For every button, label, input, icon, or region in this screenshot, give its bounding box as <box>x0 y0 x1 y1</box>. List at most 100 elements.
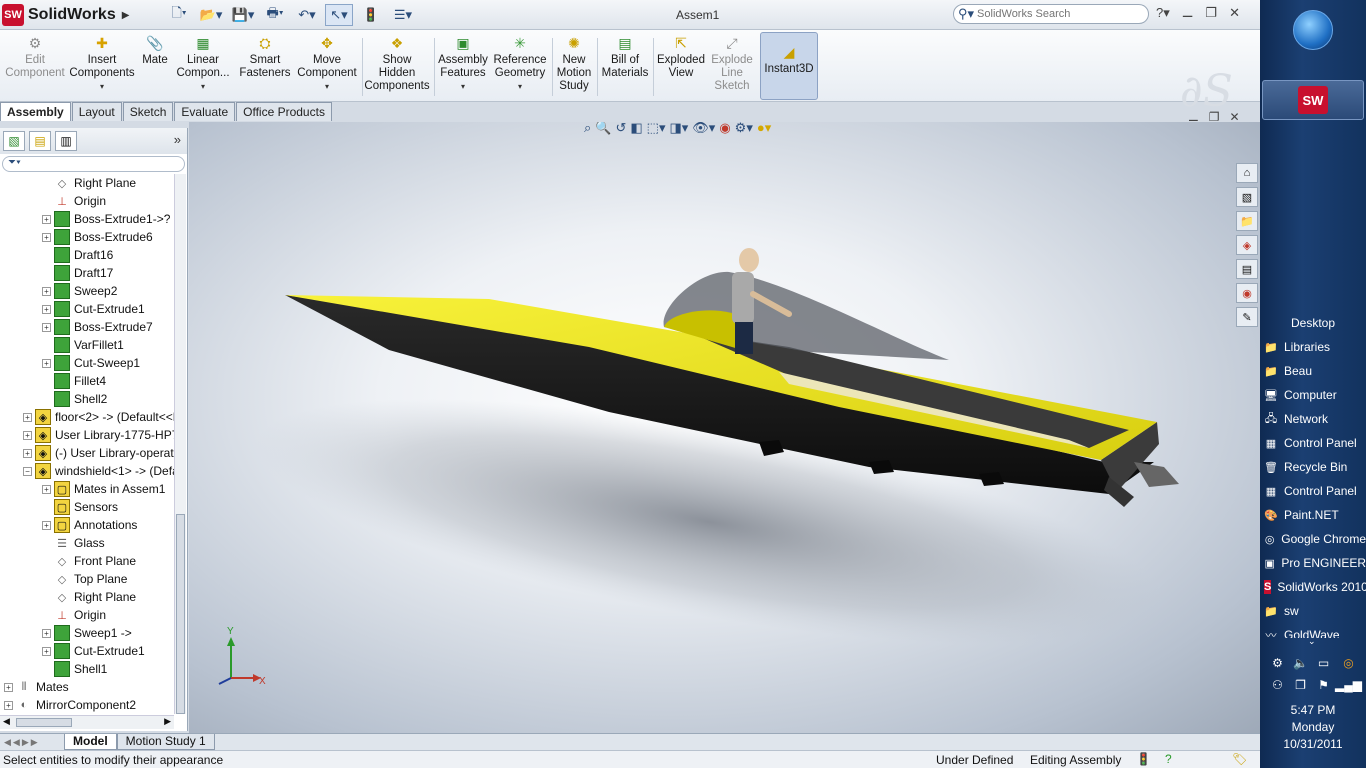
tree-item[interactable]: ◇ Top Plane <box>42 570 128 588</box>
appearances-icon[interactable]: ◉ <box>1236 283 1258 303</box>
desktop-link[interactable]: ▦ Control Panel <box>1264 432 1366 454</box>
rebuild-status-icon[interactable]: 🚦 <box>1136 752 1151 766</box>
tree-item[interactable]: ⊥ Origin <box>42 606 106 624</box>
tree-item[interactable]: +◈ User Library-1775-HP750 <box>23 426 174 444</box>
explode-line-sketch-button[interactable]: ⤢ Explode Line Sketch <box>708 34 756 100</box>
network-signal-icon[interactable]: ▂▄▆ <box>1335 678 1362 692</box>
tab-evaluate[interactable]: Evaluate <box>174 102 236 121</box>
expand-panel-icon[interactable]: » <box>174 132 181 147</box>
minimize-icon[interactable]: ⚊ <box>1188 110 1199 124</box>
restore-icon[interactable]: ❐ <box>1205 5 1217 21</box>
tab-sketch[interactable]: Sketch <box>122 102 174 121</box>
search-box[interactable]: ⚲▾ <box>953 4 1149 24</box>
tree-item[interactable]: Shell1 <box>42 660 107 678</box>
solidworks-menu-button[interactable]: SW SolidWorks ▶ <box>2 3 138 27</box>
tray-people-icon[interactable]: ⚇ <box>1266 678 1289 692</box>
expand-icon[interactable]: + <box>42 286 51 296</box>
scroll-thumb[interactable] <box>16 718 72 727</box>
dropdown-arrow-icon[interactable]: ▾ <box>436 80 490 93</box>
tree-item[interactable]: + ◈ (-) User Library-operator <box>23 444 174 462</box>
rebuild-icon[interactable]: 🚦 <box>357 4 385 26</box>
tree-item[interactable]: Draft16 <box>42 246 113 264</box>
desktop-link[interactable]: 📁 Beau <box>1264 360 1366 382</box>
graphics-area[interactable]: ⌕ 🔍 ↺ ◧ ⬚▾ ◨▾ 👁▾ ◉ ⚙▾ ●▾ Y X <box>189 122 1260 733</box>
desktop-link[interactable]: 📁 Libraries <box>1264 336 1366 358</box>
collapse-icon[interactable]: − <box>23 466 32 476</box>
select-icon[interactable]: ↖▾ <box>325 4 353 26</box>
more-links-icon[interactable]: ⌄ <box>1308 636 1316 647</box>
expand-icon[interactable]: + <box>23 448 32 458</box>
expand-icon[interactable]: + <box>23 430 32 440</box>
bill-of-materials-button[interactable]: ▤ Bill of Materials <box>600 34 650 100</box>
edit-component-button[interactable]: ⚙ Edit Component <box>4 34 66 100</box>
dropdown-arrow-icon[interactable]: ▾ <box>296 80 358 93</box>
expand-icon[interactable]: + <box>42 646 51 656</box>
desktop-link[interactable]: 📁 sw <box>1264 600 1366 622</box>
expand-icon[interactable]: + <box>42 484 51 494</box>
tray-app-icon[interactable]: ⚙ <box>1266 656 1289 670</box>
tab-model[interactable]: Model <box>64 734 117 750</box>
tree-item[interactable]: ☰ Glass <box>42 534 105 552</box>
new-document-icon[interactable]: 🗋▾ <box>165 4 193 26</box>
tree-item[interactable]: + ◈ floor<2> -> (Default<<D <box>23 408 174 426</box>
close-icon[interactable]: ✕ <box>1230 110 1240 124</box>
expand-icon[interactable]: + <box>42 322 51 332</box>
tree-item[interactable]: + ⫴ Mates <box>4 678 69 696</box>
expand-icon[interactable]: + <box>4 700 13 710</box>
tree-item[interactable]: VarFillet1 <box>42 336 124 354</box>
tree-vertical-scrollbar[interactable] <box>174 174 186 714</box>
tree-item[interactable]: ◇ Right Plane <box>42 588 136 606</box>
custom-properties-icon[interactable]: ✎ <box>1236 307 1258 327</box>
tree-item[interactable]: ⊥ Origin <box>42 192 106 210</box>
restore-icon[interactable]: ❐ <box>1209 110 1220 124</box>
tree-item[interactable]: − ◈ windshield<1> -> (Defau <box>23 462 174 480</box>
tree-item[interactable]: + Sweep2 <box>42 282 117 300</box>
volume-icon[interactable]: 🔈 <box>1289 656 1312 670</box>
search-input[interactable] <box>977 8 1138 20</box>
tab-scroll-icon[interactable]: ◀◀▶▶ <box>0 737 64 748</box>
help-icon[interactable]: ? <box>1165 752 1172 766</box>
filter-box[interactable]: ⏷▾ <box>2 156 185 172</box>
open-icon[interactable]: 📂▾ <box>197 4 225 26</box>
tree-horizontal-scrollbar[interactable]: ◀ ▶ <box>0 715 174 729</box>
print-icon[interactable]: 🖶▾ <box>261 4 289 26</box>
display-icon[interactable]: ▭ <box>1312 656 1335 670</box>
desktop-link[interactable]: ▣ Pro ENGINEER <box>1264 552 1366 574</box>
chrome-tray-icon[interactable]: ◎ <box>1335 656 1362 670</box>
tree-item[interactable]: Draft17 <box>42 264 113 282</box>
tab-layout[interactable]: Layout <box>71 102 122 121</box>
mate-button[interactable]: 📎 Mate <box>138 34 172 100</box>
desktop-link[interactable]: 🖥 Computer <box>1264 384 1366 406</box>
new-motion-study-button[interactable]: ✺ New Motion Study <box>554 34 594 100</box>
tab-motion-study[interactable]: Motion Study 1 <box>116 734 215 750</box>
expand-icon[interactable]: + <box>42 358 51 368</box>
move-component-button[interactable]: ✥ Move Component ▾ <box>296 34 358 100</box>
clock[interactable]: 5:47 PM Monday 10/31/2011 <box>1260 702 1366 753</box>
tag-icon[interactable]: 🏷 <box>1232 752 1247 766</box>
dropdown-arrow-icon[interactable]: ▾ <box>174 80 232 93</box>
help-icon[interactable]: ?▾ <box>1156 5 1170 21</box>
tree-item[interactable]: + Boss-Extrude7 <box>42 318 153 336</box>
file-explorer-icon[interactable]: 📁 <box>1236 211 1258 231</box>
design-library-icon[interactable]: ▧ <box>1236 187 1258 207</box>
tree-item[interactable]: Fillet4 <box>42 372 106 390</box>
tree-item[interactable]: + ◐ MirrorComponent2 <box>4 696 136 714</box>
linear-pattern-button[interactable]: ▦ Linear Compon... ▾ <box>174 34 232 100</box>
tree-item[interactable]: + Cut-Sweep1 <box>42 354 140 372</box>
expand-icon[interactable]: + <box>42 214 51 224</box>
tree-item[interactable]: ▢ Sensors <box>42 498 118 516</box>
expand-icon[interactable]: + <box>23 412 32 422</box>
save-icon[interactable]: 💾▾ <box>229 4 257 26</box>
expand-icon[interactable]: + <box>42 628 51 638</box>
home-icon[interactable]: ⌂ <box>1236 163 1258 183</box>
reference-geometry-button[interactable]: ✳ Reference Geometry ▾ <box>492 34 548 100</box>
expand-icon[interactable]: + <box>4 682 13 692</box>
tree-item[interactable]: + ▢ Annotations <box>42 516 137 534</box>
tree-item[interactable]: + Cut-Extrude1 <box>42 642 145 660</box>
tab-assembly[interactable]: Assembly <box>0 102 71 121</box>
tree-item[interactable]: + ▢ Mates in Assem1 <box>42 480 165 498</box>
show-hidden-components-button[interactable]: ❖ Show Hidden Components <box>364 34 430 100</box>
tree-item[interactable]: ◇ Front Plane <box>42 552 136 570</box>
property-manager-tab-icon[interactable]: ▤ <box>29 131 51 151</box>
assembly-features-button[interactable]: ▣ Assembly Features ▾ <box>436 34 490 100</box>
